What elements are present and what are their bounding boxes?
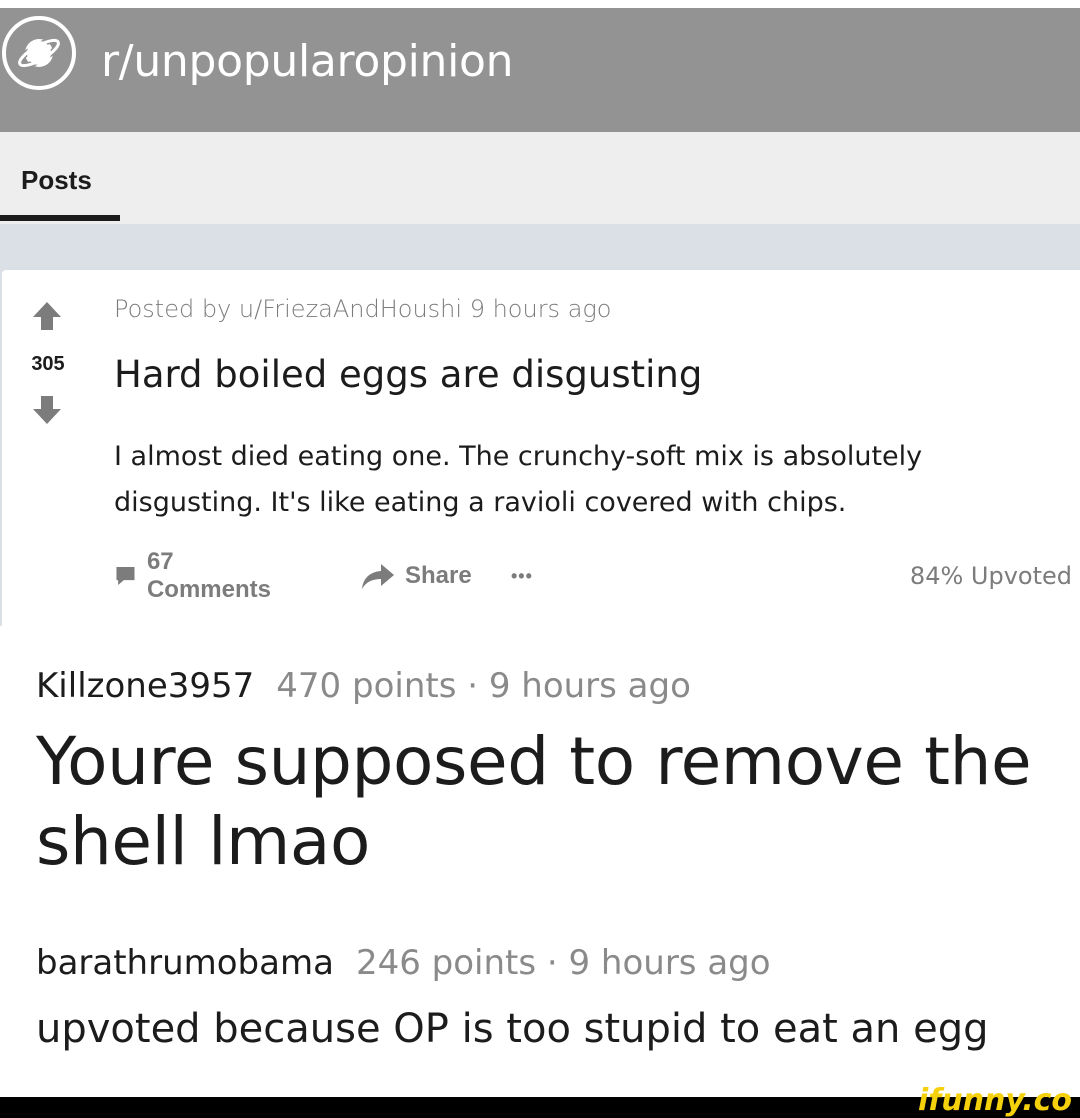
- active-tab-indicator: [0, 215, 120, 221]
- subreddit-icon[interactable]: [2, 16, 76, 90]
- post-body: I almost died eating one. The crunchy-so…: [114, 441, 923, 518]
- post-meta[interactable]: Posted by u/FriezaAndHoushi 9 hours ago: [114, 293, 611, 325]
- tab-bar: [0, 132, 1080, 224]
- share-label: Share: [405, 562, 472, 589]
- comment-text: upvoted because OP is too stupid to eat …: [36, 1006, 989, 1052]
- comment: barathrumobama 246 points · 9 hours ago u…: [36, 941, 988, 1055]
- top-margin: [0, 0, 1080, 8]
- comment-author[interactable]: Killzone3957: [36, 666, 254, 706]
- comment-icon: [116, 566, 135, 586]
- tab-posts[interactable]: Posts: [21, 164, 92, 196]
- comment: Killzone3957 470 points · 9 hours ago You…: [36, 664, 1066, 882]
- comments-label: 67 Comments: [146, 548, 271, 603]
- comment-text: Youre supposed to remove the shell lmao: [36, 723, 1032, 880]
- comment-points: 246 points · 9 hours ago: [355, 943, 771, 983]
- comments-button[interactable]: 67 Comments: [114, 548, 276, 603]
- subreddit-name[interactable]: r/unpopularopinion: [101, 36, 514, 88]
- comment-meta: barathrumobama 246 points · 9 hours ago: [36, 941, 988, 985]
- upvote-arrow-icon[interactable]: [30, 300, 64, 332]
- share-icon: [362, 564, 394, 589]
- planet-icon: [16, 37, 62, 69]
- comment-author[interactable]: barathrumobama: [36, 943, 334, 983]
- comment-meta: Killzone3957 470 points · 9 hours ago: [36, 664, 1066, 708]
- ifunny-watermark: ifunny.co: [918, 1083, 1072, 1118]
- downvote-arrow-icon[interactable]: [30, 394, 64, 426]
- post-title[interactable]: Hard boiled eggs are disgusting: [114, 352, 702, 398]
- comment-points: 470 points · 9 hours ago: [276, 666, 691, 706]
- vote-count: 305: [31, 353, 65, 375]
- share-button[interactable]: Share: [361, 556, 472, 596]
- more-options-button[interactable]: •••: [511, 556, 533, 596]
- upvote-ratio: 84% Upvoted: [909, 562, 1072, 590]
